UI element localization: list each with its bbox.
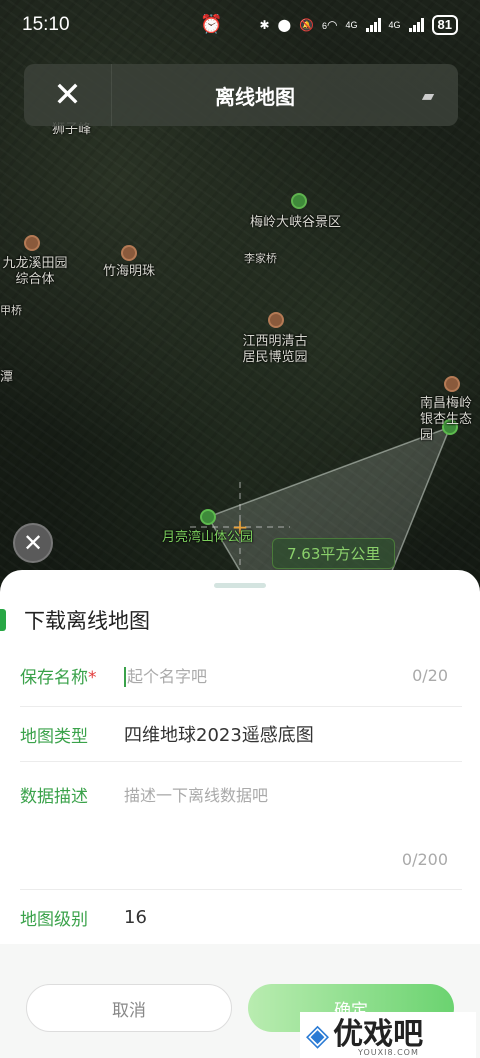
network-label: 4G xyxy=(345,20,358,30)
wifi-icon: 6◠ xyxy=(322,18,338,32)
poi-marker[interactable] xyxy=(24,235,40,251)
watermark-brand: 优戏吧 xyxy=(333,1017,424,1052)
page-title: 离线地图 xyxy=(215,84,295,109)
map-label: 竹海明珠 xyxy=(103,264,156,279)
watermark-sub: YOUXI8.COM xyxy=(358,1048,419,1057)
sheet-header: 下载离线地图 xyxy=(0,598,480,642)
description-row: 数据描述 描述一下离线数据吧 0/200 xyxy=(20,762,462,890)
alarm-icon: ⏰ xyxy=(200,14,223,35)
text-cursor xyxy=(124,667,126,688)
poi-marker[interactable] xyxy=(121,245,137,261)
top-bar: ✕ 离线地图 ▰ xyxy=(24,64,458,126)
status-time: 15:10 xyxy=(22,14,70,35)
map-type-label: 地图类型 xyxy=(20,726,88,747)
status-bar: 15:10 ⏰ ✱ ⬤ 🔕 6◠ 4G 4G 81 xyxy=(0,0,480,50)
description-input[interactable]: 描述一下离线数据吧 xyxy=(124,782,268,806)
required-mark: * xyxy=(88,667,97,688)
mute-icon: 🔕 xyxy=(299,18,314,32)
map-label: 潭 xyxy=(0,370,14,385)
save-name-label: 保存名称 xyxy=(20,667,88,688)
network-label: 4G xyxy=(388,20,401,30)
status-icons: ✱ ⬤ 🔕 6◠ 4G 4G 81 xyxy=(260,15,458,35)
signal-icon xyxy=(365,18,381,32)
save-name-placeholder: 起个名字吧 xyxy=(127,666,208,686)
area-badge: 7.63平方公里 xyxy=(272,538,396,569)
map-label: 九龙溪田园综合体 xyxy=(2,256,68,287)
signal-icon xyxy=(408,18,424,32)
field-label: 保存名称* xyxy=(20,663,124,688)
map-level-value[interactable]: 16 xyxy=(124,907,147,928)
battery-icon: 81 xyxy=(431,15,458,35)
wifi-badge: 6 xyxy=(322,21,328,31)
map-type-row: 地图类型 四维地球2023遥感底图 xyxy=(20,707,462,762)
map-label: 月亮湾山体公园 xyxy=(162,530,254,545)
location-icon: ⬤ xyxy=(277,18,292,32)
map-label: 李家桥 xyxy=(244,252,277,265)
sheet-body: 保存名称* 起个名字吧 0/20 地图类型 四维地球2023遥感底图 数据描述 … xyxy=(0,644,480,1058)
map-type-value[interactable]: 四维地球2023遥感底图 xyxy=(124,721,314,747)
close-icon: ✕ xyxy=(53,75,82,115)
save-name-input[interactable]: 起个名字吧 xyxy=(124,663,207,688)
download-sheet: 下载离线地图 保存名称* 起个名字吧 0/20 地图类型 四维地球2023遥感底… xyxy=(0,570,480,1058)
close-icon: ✕ xyxy=(22,529,44,557)
close-button[interactable]: ✕ xyxy=(24,64,112,126)
sheet-drag-handle[interactable] xyxy=(214,583,266,588)
map-layer-icon[interactable]: ▰ xyxy=(398,86,458,105)
poi-marker[interactable] xyxy=(291,193,307,209)
description-label: 数据描述 xyxy=(20,787,88,807)
map-level-row: 地图级别 16 xyxy=(20,890,462,944)
save-name-row: 保存名称* 起个名字吧 0/20 xyxy=(20,644,462,707)
char-counter: 0/200 xyxy=(401,850,448,869)
map-label: 南昌梅岭银杏生态园 xyxy=(420,396,473,443)
cancel-button[interactable]: 取消 xyxy=(26,984,232,1032)
map-level-label: 地图级别 xyxy=(20,909,88,930)
bluetooth-icon: ✱ xyxy=(259,18,270,32)
map-label: 江西明清古居民博览园 xyxy=(242,334,308,365)
title-accent-bar xyxy=(0,609,6,631)
clear-selection-button[interactable]: ✕ xyxy=(13,523,53,563)
brand-logo-icon: ◈ xyxy=(306,1017,330,1053)
map-label: 梅岭大峡谷景区 xyxy=(250,215,342,230)
poi-marker[interactable] xyxy=(268,312,284,328)
sheet-title: 下载离线地图 xyxy=(24,609,150,633)
char-counter: 0/20 xyxy=(412,665,448,685)
site-watermark: ◈ 优戏吧 YOUXI8.COM xyxy=(300,1012,476,1058)
map-label: 甲桥 xyxy=(0,304,22,317)
poi-marker[interactable] xyxy=(444,376,460,392)
download-form: 保存名称* 起个名字吧 0/20 地图类型 四维地球2023遥感底图 数据描述 … xyxy=(0,644,480,944)
